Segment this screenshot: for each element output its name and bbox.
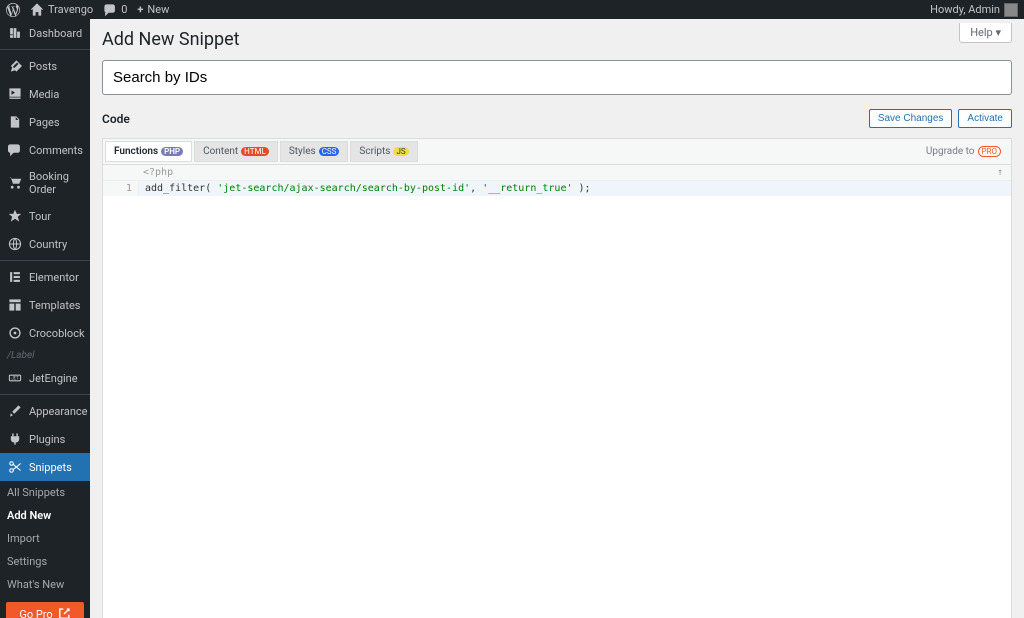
howdy-link[interactable]: Howdy, Admin: [930, 3, 1018, 17]
brush-icon: [8, 404, 22, 418]
code-editor[interactable]: 1 add_filter( 'jet-search/ajax-search/se…: [103, 181, 1011, 618]
menu-separator: [0, 394, 90, 395]
submenu-all-snippets[interactable]: All Snippets: [0, 481, 90, 504]
badge-pro: PRO: [978, 146, 1001, 157]
star-icon: [8, 209, 22, 223]
menu-separator: [0, 49, 90, 50]
menu-templates[interactable]: Templates: [0, 291, 90, 319]
menu-elementor[interactable]: Elementor: [0, 263, 90, 291]
hint-label: /Label: [0, 347, 90, 364]
site-name-link[interactable]: Travengo: [30, 3, 93, 17]
line-content: add_filter( 'jet-search/ajax-search/sear…: [139, 181, 597, 196]
media-icon: [8, 87, 22, 101]
tab-styles[interactable]: StylesCSS: [280, 141, 349, 162]
menu-dashboard[interactable]: Dashboard: [0, 19, 90, 47]
new-label: New: [147, 3, 169, 16]
activate-button[interactable]: Activate: [958, 109, 1012, 128]
code-heading: Code: [102, 112, 130, 126]
jetengine-icon: JET: [8, 371, 22, 385]
cart-icon: [8, 176, 22, 190]
tab-scripts[interactable]: ScriptsJS: [350, 141, 417, 162]
comments-count: 0: [121, 3, 127, 16]
wp-logo[interactable]: [6, 3, 20, 17]
menu-comments[interactable]: Comments: [0, 136, 90, 164]
howdy-text: Howdy, Admin: [930, 3, 1000, 16]
submenu-whats-new[interactable]: What's New: [0, 573, 90, 596]
badge-css: CSS: [319, 147, 340, 156]
external-link-icon: [57, 607, 71, 618]
submenu-add-new[interactable]: Add New: [0, 504, 90, 527]
code-line: 1 add_filter( 'jet-search/ajax-search/se…: [103, 181, 1011, 196]
home-icon: [30, 3, 44, 17]
code-tabs-bar: FunctionsPHP ContentHTML StylesCSS Scrip…: [102, 138, 1012, 164]
submenu-settings[interactable]: Settings: [0, 550, 90, 573]
admin-bar: Travengo 0 + New Howdy, Admin: [0, 0, 1024, 19]
menu-jetengine[interactable]: JETJetEngine: [0, 364, 90, 392]
menu-crocoblock[interactable]: Crocoblock: [0, 319, 90, 347]
avatar: [1004, 3, 1018, 17]
comment-bubble-icon: [103, 3, 117, 17]
wordpress-icon: [6, 3, 20, 17]
badge-html: HTML: [241, 147, 269, 156]
page-title: Add New Snippet: [102, 29, 1012, 50]
line-number: 1: [103, 181, 139, 196]
pin-icon: [8, 59, 22, 73]
new-content-link[interactable]: + New: [137, 3, 169, 16]
dashboard-icon: [8, 26, 22, 40]
comment-icon: [8, 143, 22, 157]
menu-plugins[interactable]: Plugins: [0, 425, 90, 453]
php-open-tag: <?php↑: [103, 165, 1011, 181]
plus-icon: +: [137, 3, 143, 16]
submenu-import[interactable]: Import: [0, 527, 90, 550]
comments-link[interactable]: 0: [103, 3, 127, 17]
svg-text:JET: JET: [11, 376, 19, 381]
go-pro-button[interactable]: Go Pro: [6, 602, 84, 618]
upgrade-link[interactable]: Upgrade toPRO: [918, 142, 1009, 161]
page-icon: [8, 115, 22, 129]
templates-icon: [8, 298, 22, 312]
menu-separator: [0, 260, 90, 261]
menu-appearance[interactable]: Appearance: [0, 397, 90, 425]
snippet-title-input[interactable]: [102, 60, 1012, 95]
menu-booking-order[interactable]: Booking Order: [0, 164, 90, 202]
globe-icon: [8, 237, 22, 251]
save-changes-button[interactable]: Save Changes: [869, 109, 953, 128]
tab-content[interactable]: ContentHTML: [194, 141, 278, 162]
badge-php: PHP: [161, 147, 183, 156]
menu-country[interactable]: Country: [0, 230, 90, 258]
menu-pages[interactable]: Pages: [0, 108, 90, 136]
admin-sidebar: Dashboard Posts Media Pages Comments Boo…: [0, 19, 90, 618]
main-content: Help ▾ Add New Snippet Code Save Changes…: [90, 19, 1024, 618]
menu-snippets[interactable]: Snippets: [0, 453, 90, 481]
menu-tour[interactable]: Tour: [0, 202, 90, 230]
menu-posts[interactable]: Posts: [0, 52, 90, 80]
crocoblock-icon: [8, 326, 22, 340]
menu-media[interactable]: Media: [0, 80, 90, 108]
code-editor-wrap: <?php↑ 1 add_filter( 'jet-search/ajax-se…: [102, 164, 1012, 618]
help-tab[interactable]: Help ▾: [959, 23, 1012, 43]
site-name: Travengo: [48, 3, 93, 16]
scissors-icon: [8, 460, 22, 474]
tab-functions[interactable]: FunctionsPHP: [105, 141, 192, 162]
plugin-icon: [8, 432, 22, 446]
elementor-icon: [8, 270, 22, 284]
badge-js: JS: [393, 147, 408, 156]
